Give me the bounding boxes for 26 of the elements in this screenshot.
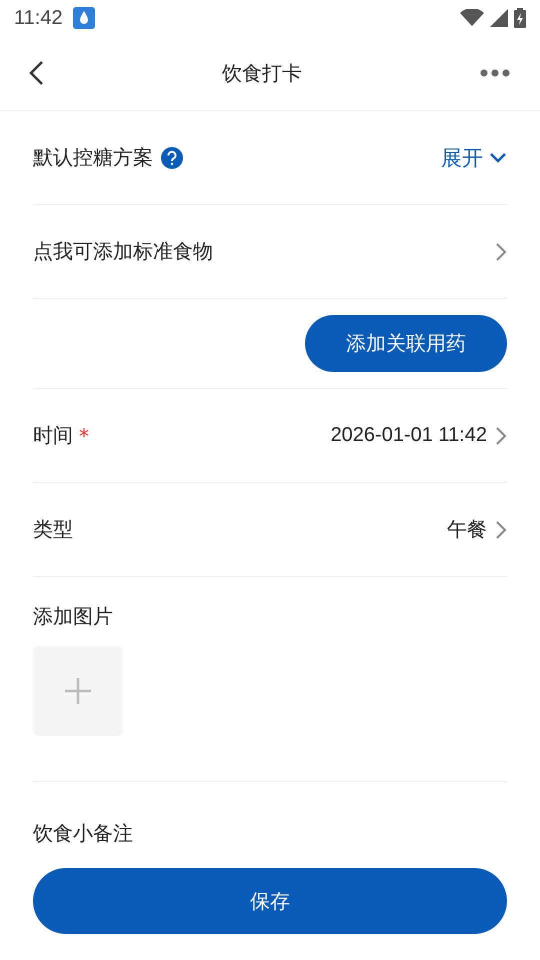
required-mark: * [79,424,89,448]
field-value[interactable]: 2026-01-01 11:42 [330,424,487,447]
chevron-right-icon [495,426,507,446]
battery-icon [514,8,526,28]
water-drop-icon [72,7,95,29]
signal-icon [490,9,508,27]
field-label: 类型 [33,516,73,543]
plan-label: 默认控糖方案 [33,144,153,171]
field-label: 时间 [33,422,73,449]
note-label: 饮食小备注 [33,821,133,845]
chevron-right-icon [495,242,507,262]
chevron-icon [489,152,507,164]
more-icon[interactable] [480,69,510,77]
plus-icon [65,678,91,704]
wifi-icon [460,9,484,27]
add-food-row[interactable]: 点我可添加标准食物 [33,205,507,299]
field-value[interactable]: 午餐 [447,516,487,543]
back-icon[interactable] [28,60,44,86]
chevron-right-icon [495,520,507,540]
photos-label: 添加图片 [33,604,113,628]
help-icon[interactable] [161,146,183,168]
status-time: 11:42 [14,6,63,30]
expand-link[interactable]: 展开 [441,144,507,172]
page-title: 饮食打卡 [222,60,302,86]
add-medication-button[interactable]: 添加关联用药 [305,315,507,372]
save-button[interactable]: 保存 [33,868,507,934]
